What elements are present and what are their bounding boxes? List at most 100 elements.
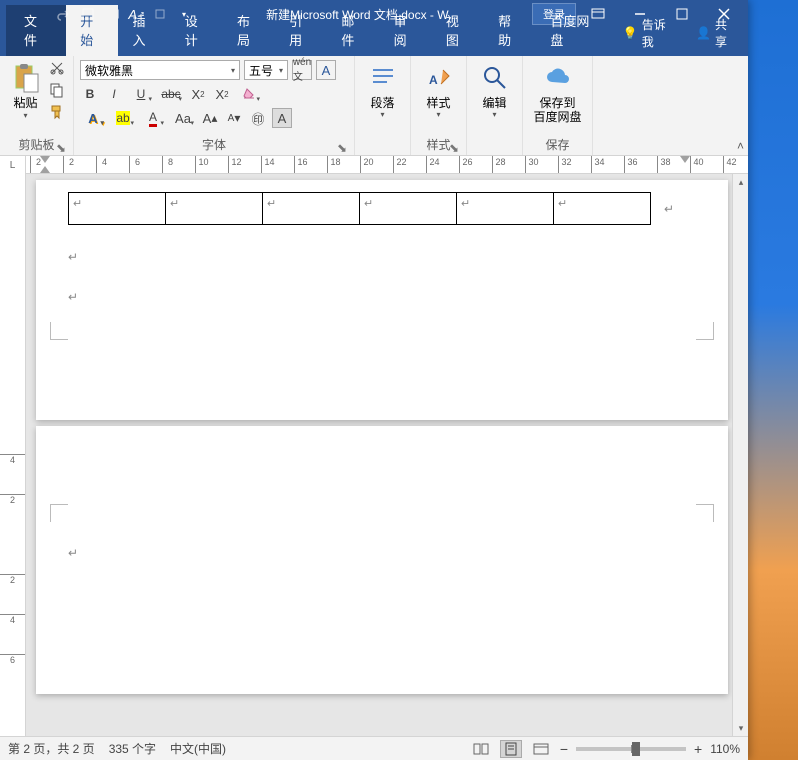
ruler-tick: 2: [63, 156, 79, 173]
right-indent[interactable]: [680, 156, 690, 163]
zoom-level[interactable]: 110%: [710, 742, 740, 756]
paragraph-mark: ↵: [68, 250, 78, 264]
italic-button[interactable]: I: [104, 84, 124, 104]
print-layout-icon[interactable]: [500, 740, 522, 758]
ruler-tick: 36: [624, 156, 640, 173]
paragraph-mark: ↵: [68, 290, 78, 304]
collapse-ribbon-icon[interactable]: ˄: [737, 139, 744, 153]
paragraph-mark: ↵: [68, 546, 78, 560]
bold-button[interactable]: B: [80, 84, 100, 104]
ruler-tick: 30: [525, 156, 541, 173]
margin-crop: [696, 322, 714, 340]
group-font: 微软雅黑▾ 五号▾ wén文 A B I U abc X2 X2 A ab: [74, 56, 355, 155]
character-border-button[interactable]: A: [316, 60, 336, 80]
table-cell[interactable]: ↵: [69, 193, 166, 225]
tab-selector[interactable]: L: [0, 156, 26, 174]
redo-icon[interactable]: [56, 6, 72, 22]
table-cell[interactable]: ↵: [457, 193, 554, 225]
statusbar: 第 2 页，共 2 页 335 个字 中文(中国) − + 110%: [0, 736, 748, 760]
paste-icon: [10, 62, 42, 94]
editing-button[interactable]: 编辑▾: [473, 58, 516, 119]
tell-me-label: 告诉我: [642, 16, 674, 50]
word-window: A↗ ▾ 新建Microsoft Word 文档.docx - W... 登录 …: [0, 0, 748, 760]
font-color-button[interactable]: A: [140, 108, 166, 128]
tell-me[interactable]: 💡告诉我: [613, 10, 684, 56]
zoom-thumb[interactable]: [632, 742, 640, 756]
ruler-tick: 26: [459, 156, 475, 173]
phonetic-guide-button[interactable]: wén文: [292, 60, 312, 80]
tab-baidu[interactable]: 百度网盘: [536, 5, 612, 56]
styles-button[interactable]: A 样式▾: [417, 58, 460, 119]
tab-view[interactable]: 视图: [432, 5, 484, 56]
grow-font-button[interactable]: A▴: [200, 108, 220, 128]
page-indicator[interactable]: 第 2 页，共 2 页: [8, 740, 95, 757]
read-mode-icon[interactable]: [470, 740, 492, 758]
word-count[interactable]: 335 个字: [109, 740, 156, 757]
ruler-vertical[interactable]: 42246: [0, 174, 26, 736]
zoom-out-button[interactable]: −: [560, 741, 568, 757]
paragraph-icon: [369, 64, 397, 92]
vertical-scrollbar[interactable]: ▴ ▾: [732, 174, 748, 736]
tab-layout[interactable]: 布局: [223, 5, 275, 56]
text-effects-button[interactable]: A: [80, 108, 106, 128]
tab-review[interactable]: 审阅: [380, 5, 432, 56]
pages-viewport[interactable]: ↵↵↵↵↵↵ ↵ ↵ ↵ ↵: [26, 174, 732, 736]
qat-icon-1[interactable]: [80, 6, 96, 22]
save-cloud-label2: 百度网盘: [533, 110, 581, 124]
tab-design[interactable]: 设计: [171, 5, 223, 56]
subscript-button[interactable]: X2: [188, 84, 208, 104]
clear-formatting-button[interactable]: [236, 84, 262, 104]
qat-icon-4[interactable]: [152, 6, 168, 22]
clipboard-group-label: 剪贴板: [18, 138, 54, 152]
highlight-button[interactable]: ab: [110, 108, 136, 128]
underline-button[interactable]: U: [128, 84, 154, 104]
font-size-select[interactable]: 五号▾: [244, 60, 288, 80]
paste-label: 粘贴: [13, 94, 37, 111]
tab-help[interactable]: 帮助: [484, 5, 536, 56]
ruler-tick: 8: [162, 156, 178, 173]
clipboard-launcher-icon[interactable]: ⬊: [55, 141, 67, 153]
zoom-slider[interactable]: [576, 747, 686, 751]
svg-text:A: A: [429, 73, 438, 87]
margin-crop: [696, 504, 714, 522]
shrink-font-button[interactable]: A▾: [224, 108, 244, 128]
table-cell[interactable]: ↵: [166, 193, 263, 225]
strikethrough-button[interactable]: abc: [158, 84, 184, 104]
ruler-tick: 12: [228, 156, 244, 173]
styles-launcher-icon[interactable]: ⬊: [448, 141, 460, 153]
find-icon: [481, 64, 509, 92]
vruler-tick: 2: [0, 494, 25, 505]
paragraph-button[interactable]: 段落▾: [361, 58, 404, 119]
char-shading-button[interactable]: A: [272, 108, 292, 128]
margin-crop: [50, 322, 68, 340]
web-layout-icon[interactable]: [530, 740, 552, 758]
cut-icon[interactable]: [49, 60, 67, 78]
copy-icon[interactable]: [49, 82, 67, 100]
enclose-char-button[interactable]: ㊞: [248, 108, 268, 128]
ruler-tick: 14: [261, 156, 277, 173]
table-row[interactable]: ↵↵↵↵↵↵: [69, 193, 651, 225]
zoom-in-button[interactable]: +: [694, 741, 702, 757]
group-save-cloud: 保存到 百度网盘 保存: [523, 56, 593, 155]
scroll-up-icon[interactable]: ▴: [733, 174, 748, 190]
language-indicator[interactable]: 中文(中国): [170, 740, 226, 757]
table-cell[interactable]: ↵: [554, 193, 651, 225]
save-cloud-button[interactable]: 保存到 百度网盘: [529, 58, 586, 124]
share-button[interactable]: 👤共享: [684, 10, 748, 56]
h-ruler[interactable]: 224681012141618202224262830323436384042: [26, 156, 748, 173]
ruler-tick: 22: [393, 156, 409, 173]
document-table[interactable]: ↵↵↵↵↵↵: [68, 192, 651, 225]
tab-mailings[interactable]: 邮件: [327, 5, 379, 56]
tab-references[interactable]: 引用: [275, 5, 327, 56]
vruler-tick: 2: [0, 574, 25, 585]
table-cell[interactable]: ↵: [263, 193, 360, 225]
superscript-button[interactable]: X2: [212, 84, 232, 104]
scroll-down-icon[interactable]: ▾: [733, 720, 748, 736]
font-launcher-icon[interactable]: ⬊: [336, 141, 348, 153]
paste-button[interactable]: 粘贴 ▾: [6, 58, 45, 120]
table-cell[interactable]: ↵: [360, 193, 457, 225]
font-name-select[interactable]: 微软雅黑▾: [80, 60, 240, 80]
paragraph-mark: ↵: [664, 202, 674, 216]
format-painter-icon[interactable]: [49, 104, 67, 122]
change-case-button[interactable]: Aa: [170, 108, 196, 128]
